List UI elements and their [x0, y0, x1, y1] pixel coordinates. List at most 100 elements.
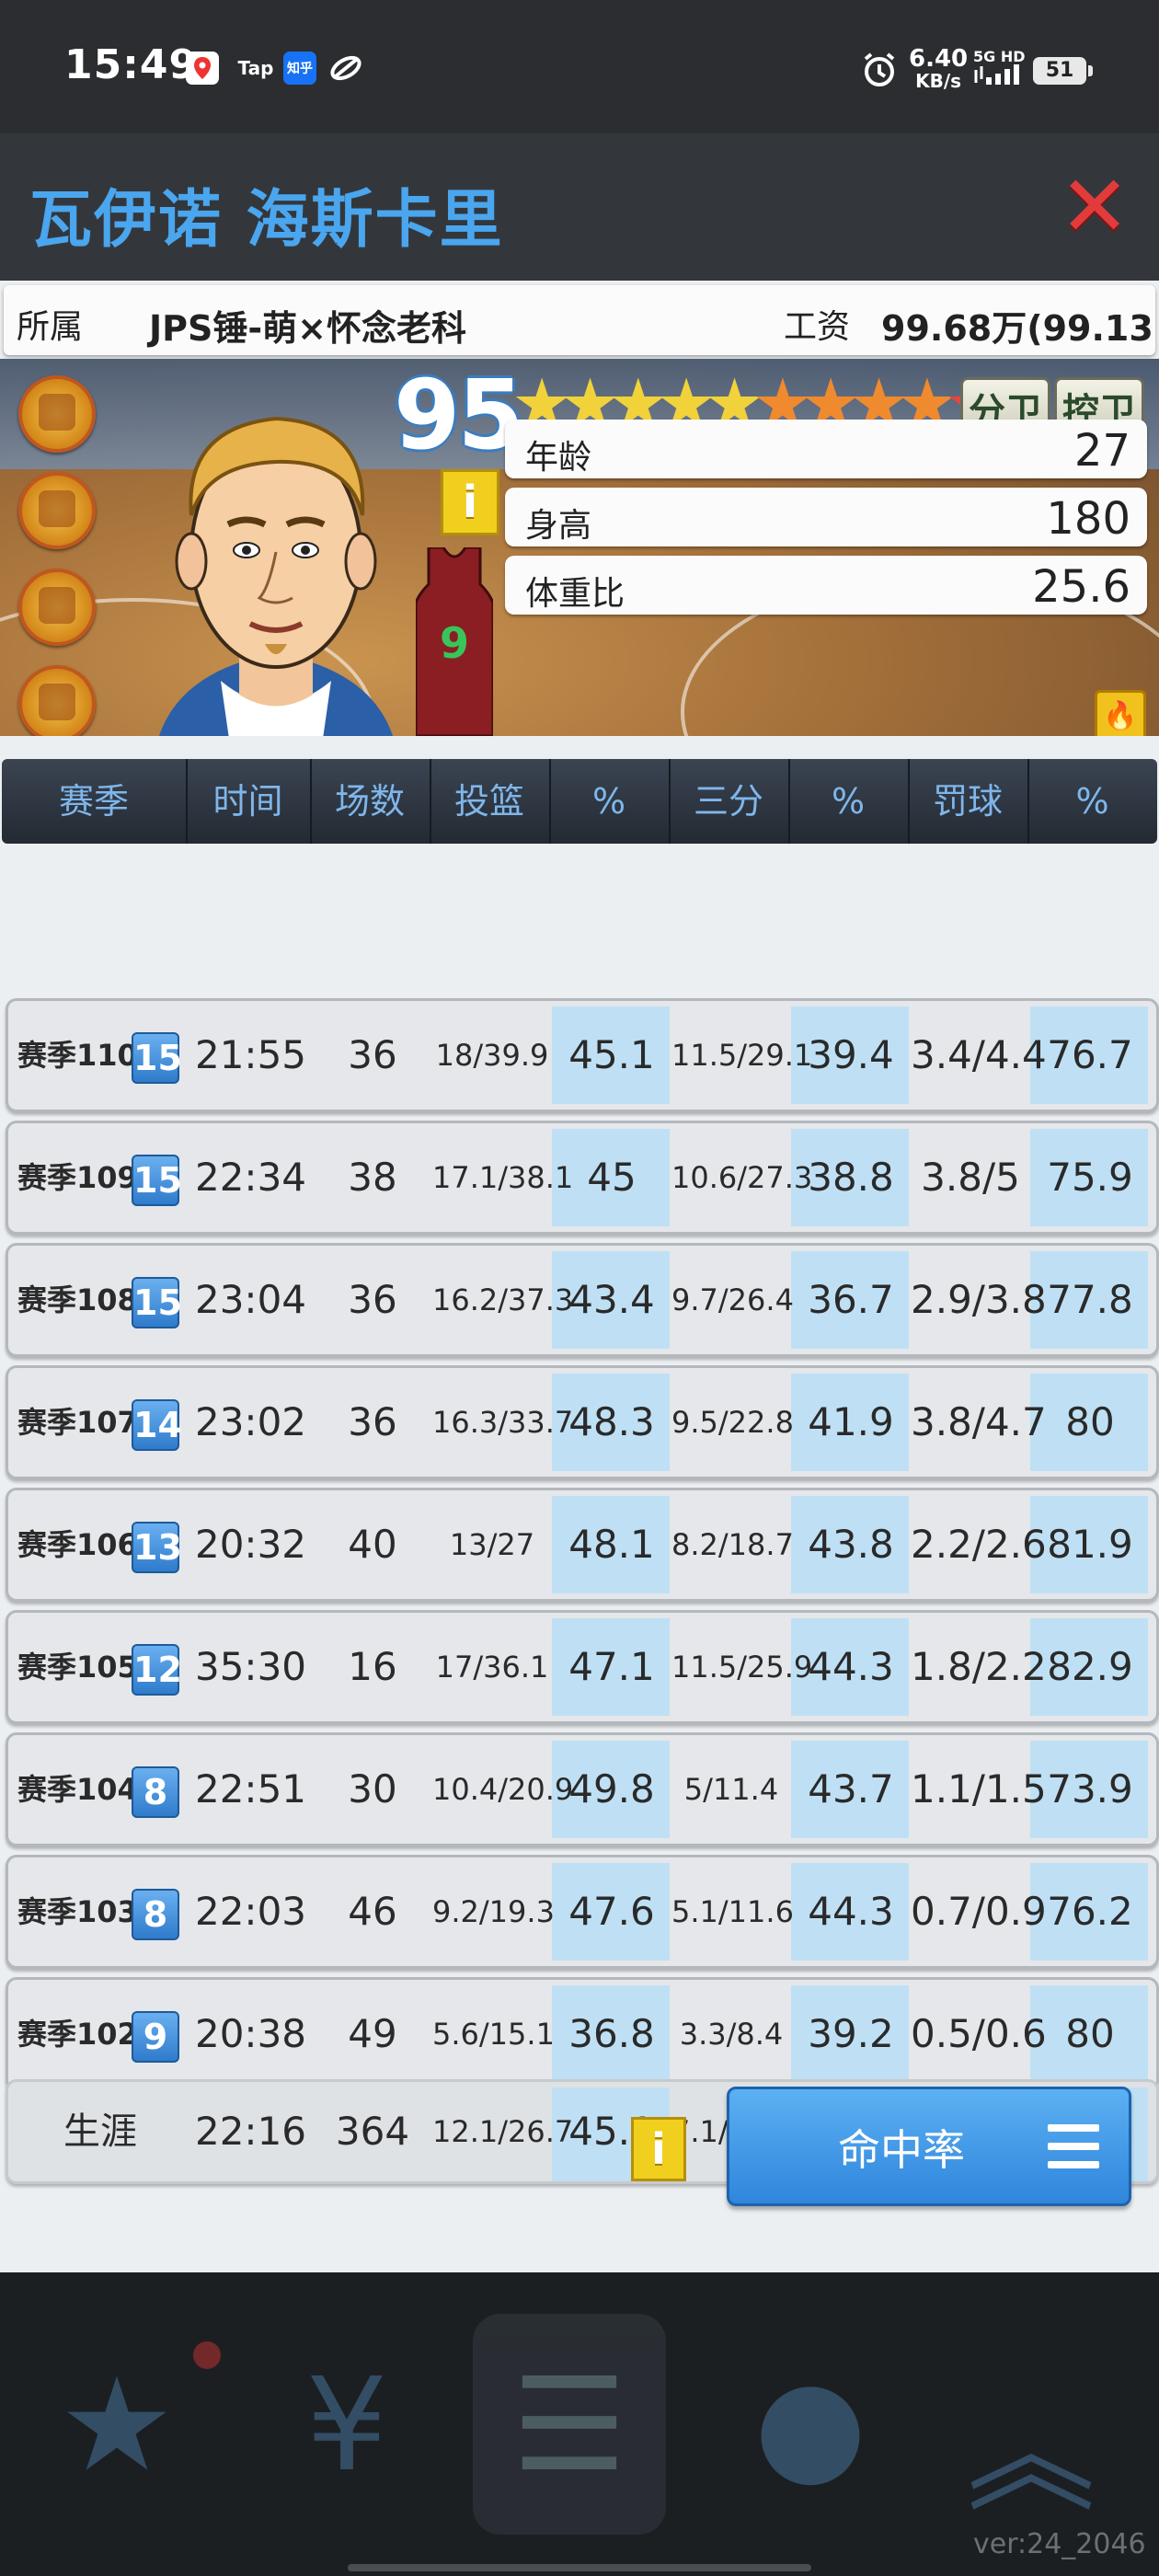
attribute-weight-ratio: 体重比 25.6 — [505, 556, 1147, 615]
signal-icon: 5G HD — [973, 50, 1026, 87]
stat-cell-fg-pct: 47.6 — [568, 1889, 655, 1934]
season-label: 生涯 — [63, 2110, 137, 2153]
chevron-up-icon: ︽ — [966, 2380, 1096, 2530]
nav-finance-tab[interactable]: ¥ — [250, 2314, 443, 2535]
skill-badge[interactable] — [18, 375, 96, 453]
stats-table-header: 赛季 时间 场数 投篮 % 三分 % 罚球 % — [2, 759, 1157, 844]
version-label: ver:24_2046 — [973, 2528, 1146, 2560]
stat-cell-fg: 13/27 — [449, 1527, 535, 1562]
stat-cell-three: 11.5/29.1 — [671, 1038, 813, 1073]
player-info-icon[interactable]: i — [441, 469, 499, 535]
stat-cell-fg: 12.1/26.7 — [432, 2114, 574, 2149]
jersey-icon: 9 — [416, 547, 493, 736]
nav-upgrade-tab[interactable]: ︽ — [935, 2314, 1128, 2535]
level-badge: 15 — [132, 1032, 182, 1084]
table-row[interactable]: 赛季104 8 22:51 30 10.4/20.9 49.8 5/11.4 43.7 1.1/… — [6, 1732, 1159, 1846]
skill-badge[interactable] — [18, 569, 96, 646]
nav-roster-tab[interactable]: ☰ — [473, 2314, 666, 2535]
table-row[interactable]: 赛季110 15 21:55 36 18/39.9 45.1 11.5/29.1 39.4 3.… — [6, 998, 1159, 1112]
player-card: 95 ★★★★★★★★★★ 分卫 控卫 i 年龄 27 身高 180 体重比 2… — [0, 359, 1159, 736]
column-header[interactable]: 赛季 — [2, 759, 188, 844]
table-row[interactable]: 赛季109 15 22:34 38 17.1/38.1 45 10.6/27.3 38.8 3.… — [6, 1121, 1159, 1235]
column-header[interactable]: 三分 — [669, 759, 790, 844]
column-header[interactable]: 场数 — [310, 759, 431, 844]
level-badge: 8 — [132, 1766, 179, 1818]
column-header[interactable]: % — [788, 759, 910, 844]
column-header[interactable]: % — [549, 759, 671, 844]
net-speed-value: 6.40 — [909, 45, 969, 73]
stat-cell-ft-pct: 76.7 — [1047, 1032, 1133, 1077]
stat-cell-fg: 16.3/33.7 — [432, 1405, 574, 1440]
stat-cell-ft: 0.5/0.6 — [911, 2011, 1047, 2056]
table-row[interactable]: 赛季102 9 20:38 49 5.6/15.1 36.8 3.3/8.4 39.2 0.5/… — [6, 1977, 1159, 2091]
stat-cell-time: 22:03 — [194, 1889, 307, 1934]
stat-cell-time: 23:04 — [194, 1277, 307, 1322]
stat-cell-three-pct: 43.7 — [808, 1766, 894, 1811]
level-badge: 9 — [132, 2011, 179, 2063]
star-icon: ★ — [59, 2351, 175, 2501]
stat-cell-fg-pct: 45 — [587, 1155, 637, 1200]
column-header[interactable]: 罚球 — [908, 759, 1029, 844]
stat-cell-fg-pct: 45.1 — [568, 1032, 655, 1077]
home-indicator[interactable] — [348, 2564, 811, 2571]
stat-cell-time: 22:16 — [194, 2109, 307, 2154]
player-name: 瓦伊诺 海斯卡里 — [29, 184, 504, 257]
stat-cell-three: 5/11.4 — [683, 1772, 779, 1807]
stat-cell-ft-pct: 76.2 — [1047, 1889, 1133, 1934]
table-row[interactable]: 赛季105 12 35:30 16 17/36.1 47.1 11.5/25.9 44.3 1.… — [6, 1610, 1159, 1724]
battery-icon: 51 — [1033, 57, 1093, 85]
column-header[interactable]: 投篮 — [430, 759, 551, 844]
chat-icon: ● — [753, 2351, 867, 2501]
hit-rate-info-icon[interactable]: i — [631, 2117, 686, 2181]
nav-star-tab[interactable]: ★ — [20, 2314, 221, 2535]
stat-cell-ft: 1.8/2.2 — [911, 1644, 1047, 1689]
skill-badge[interactable] — [18, 665, 96, 736]
stat-cell-ft: 3.8/5 — [921, 1155, 1020, 1200]
level-badge: 15 — [132, 1277, 182, 1328]
map-app-icon — [186, 52, 219, 85]
season-label: 赛季110 — [17, 1038, 138, 1073]
skill-badge[interactable] — [18, 472, 96, 549]
player-avatar — [158, 416, 394, 736]
table-row[interactable]: 赛季108 15 23:04 36 16.2/37.3 43.4 9.7/26.4 36.7 2… — [6, 1243, 1159, 1357]
stat-cell-ft: 0.7/0.9 — [911, 1889, 1047, 1934]
season-label: 赛季105 — [17, 1650, 138, 1685]
stat-cell-three-pct: 39.2 — [808, 2011, 894, 2056]
stat-cell-games: 364 — [335, 2109, 410, 2154]
stat-cell-three: 11.5/25.9 — [671, 1650, 813, 1685]
column-header[interactable]: 时间 — [186, 759, 312, 844]
stat-cell-ft-pct: 75.9 — [1047, 1155, 1133, 1200]
title-bar: 瓦伊诺 海斯卡里 ✕ — [0, 133, 1159, 281]
stat-cell-fg: 18/39.9 — [435, 1038, 549, 1073]
column-header[interactable]: % — [1027, 759, 1157, 844]
nav-chat-tab[interactable]: ● — [714, 2314, 907, 2535]
season-label: 赛季103 — [17, 1894, 138, 1929]
stat-cell-three-pct: 38.8 — [808, 1155, 894, 1200]
fire-icon[interactable]: 🔥 — [1095, 690, 1146, 736]
stat-cell-three-pct: 43.8 — [808, 1522, 894, 1567]
network-type: 5G HD — [973, 48, 1026, 65]
stat-cell-games: 30 — [348, 1766, 397, 1811]
net-speed: 6.40 KB/s — [909, 45, 969, 92]
stat-cell-games: 38 — [348, 1155, 397, 1200]
hit-rate-button[interactable]: 命中率 — [727, 2087, 1131, 2206]
table-row[interactable]: 赛季106 13 20:32 40 13/27 48.1 8.2/18.7 43.8 2.2/2… — [6, 1488, 1159, 1602]
stat-cell-ft: 2.9/3.8 — [911, 1277, 1047, 1322]
stat-cell-ft: 1.1/1.5 — [911, 1766, 1047, 1811]
table-row[interactable]: 赛季107 14 23:02 36 16.3/33.7 48.3 9.5/22.8 41.9 3… — [6, 1365, 1159, 1479]
roster-icon: ☰ — [511, 2351, 627, 2501]
table-row[interactable]: 赛季103 8 22:03 46 9.2/19.3 47.6 5.1/11.6 44.3 0.7… — [6, 1855, 1159, 1969]
season-label: 赛季108 — [17, 1282, 138, 1317]
stat-cell-games: 36 — [348, 1032, 397, 1077]
notification-dot — [193, 2341, 221, 2369]
close-button[interactable]: ✕ — [1058, 165, 1131, 249]
stat-cell-time: 22:34 — [194, 1155, 307, 1200]
stat-cell-three: 9.7/26.4 — [671, 1282, 794, 1317]
stat-cell-three: 8.2/18.7 — [671, 1527, 794, 1562]
stat-cell-fg-pct: 48.1 — [568, 1522, 655, 1567]
attribute-value: 27 — [1073, 425, 1130, 477]
stat-cell-fg: 10.4/20.9 — [432, 1772, 574, 1807]
stat-cell-three-pct: 44.3 — [808, 1644, 894, 1689]
stat-cell-ft: 3.8/4.7 — [911, 1399, 1047, 1444]
stat-cell-fg-pct: 48.3 — [568, 1399, 655, 1444]
